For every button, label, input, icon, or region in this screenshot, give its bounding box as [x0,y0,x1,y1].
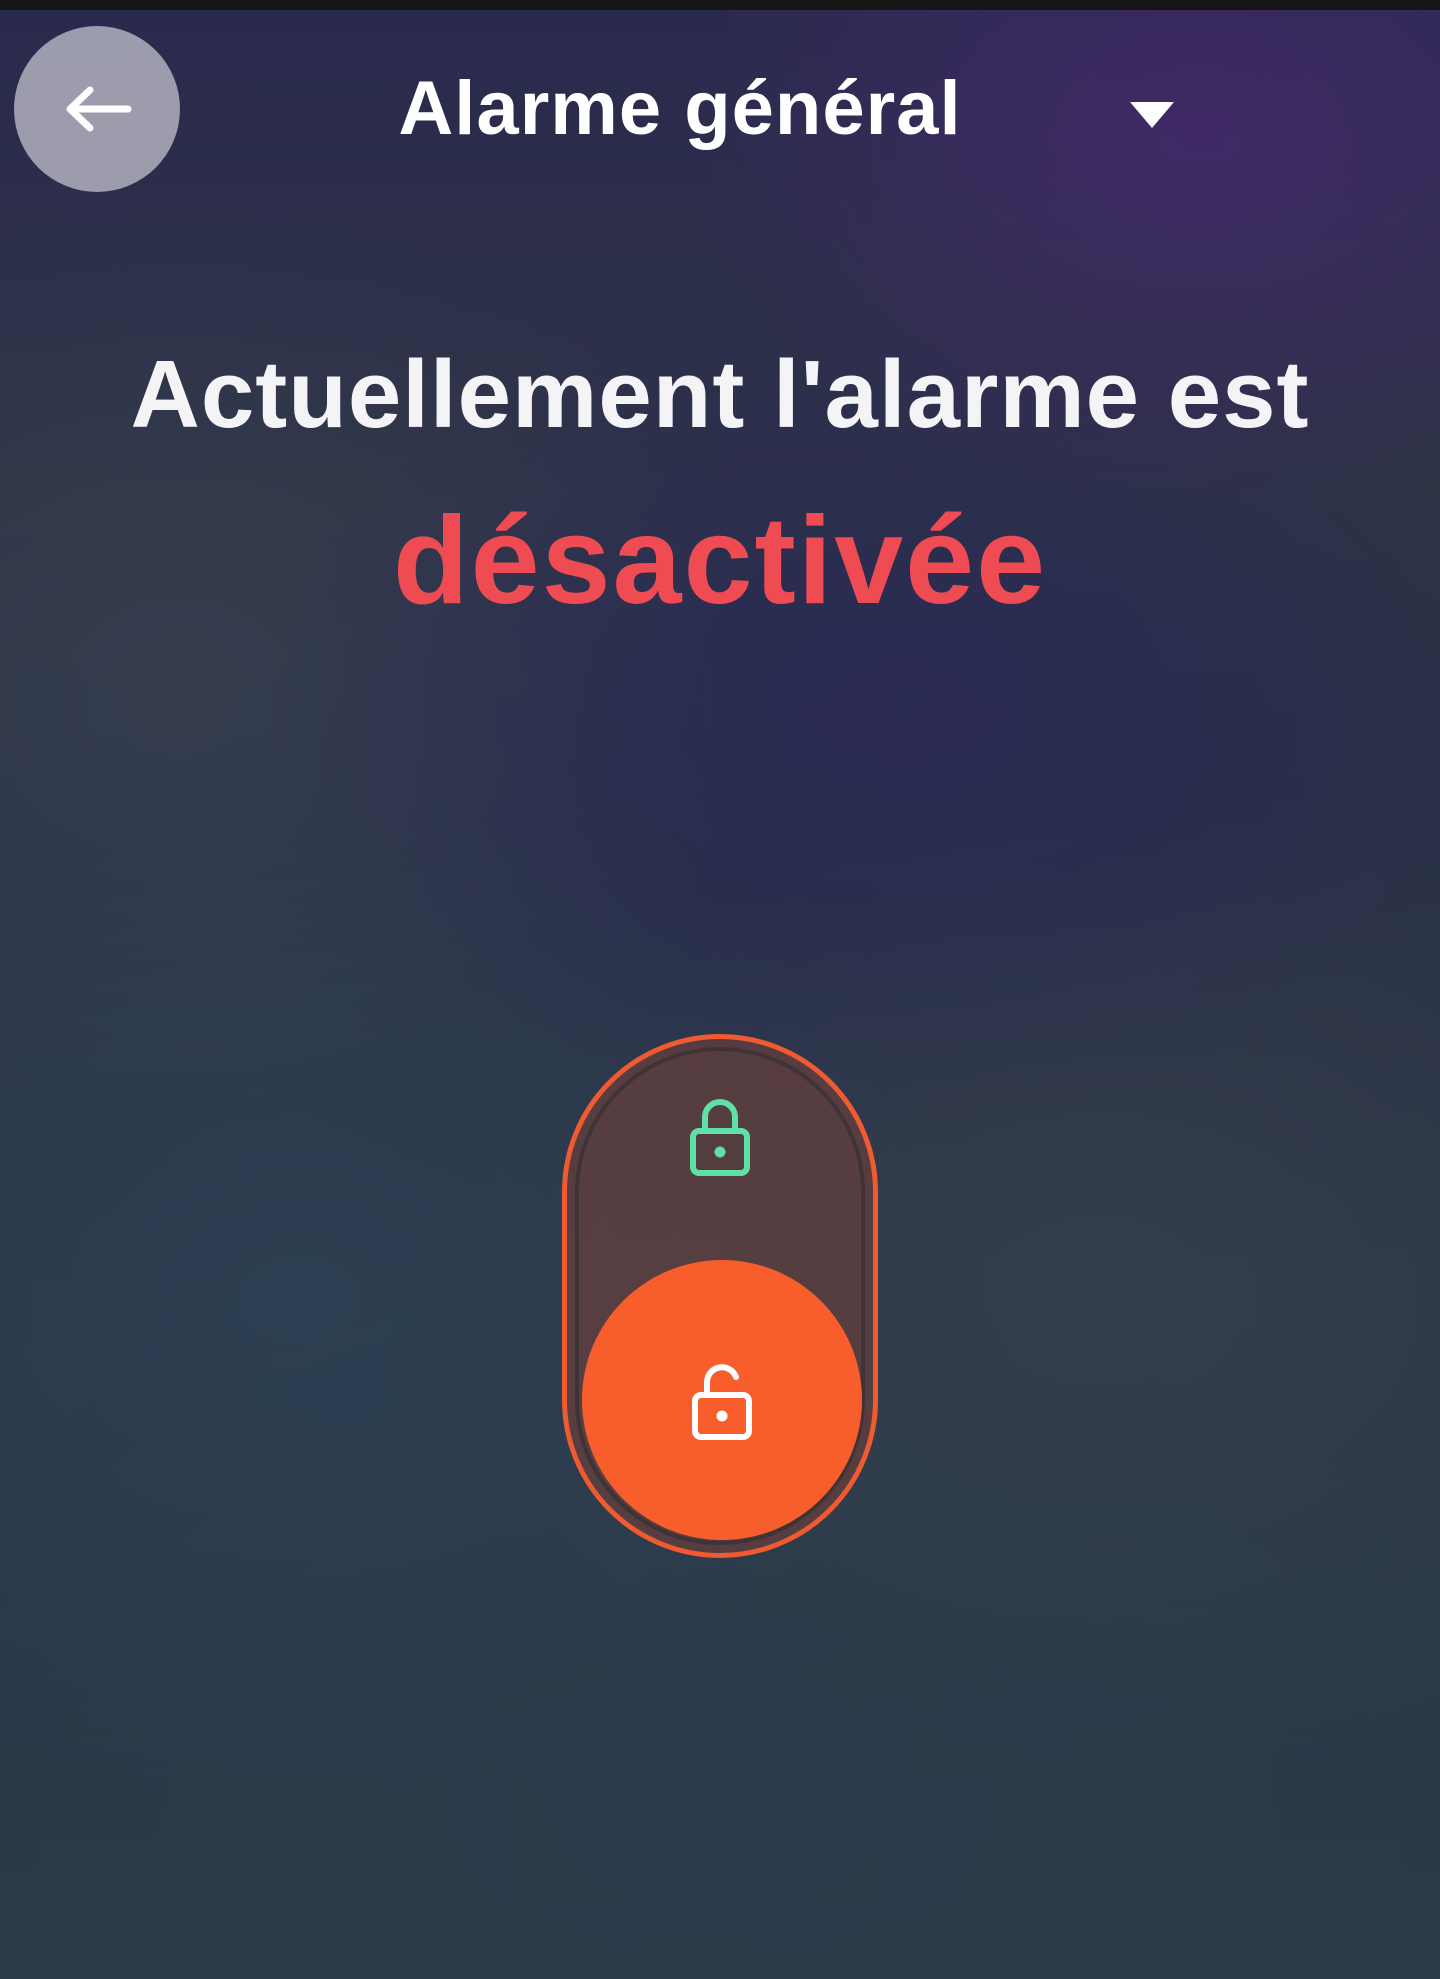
lock-open-icon [692,1364,752,1440]
status-value: désactivée [392,492,1048,630]
alarm-toggle[interactable] [562,1034,878,1558]
lock-closed-icon[interactable] [688,1095,752,1177]
status-bar-edge [0,0,1440,10]
status-label: Actuellement l'alarme est [130,341,1310,448]
toggle-knob[interactable] [582,1260,862,1540]
caret-down-icon[interactable] [1128,100,1176,130]
alarm-selector[interactable]: Alarme général [330,58,1030,158]
arrow-left-icon [66,86,132,132]
blurred-background [0,0,1440,1979]
page-title: Alarme général [398,65,962,151]
back-button[interactable] [14,26,180,192]
